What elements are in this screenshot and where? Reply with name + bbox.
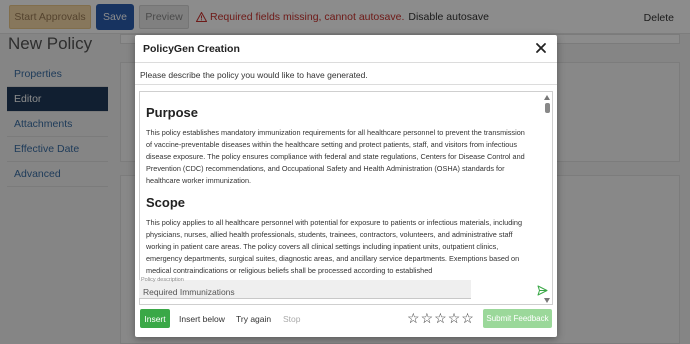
submit-feedback-button[interactable]: Submit Feedback — [483, 309, 552, 328]
stop-button[interactable]: Stop — [283, 314, 301, 324]
section-heading-scope: Scope — [146, 195, 186, 210]
section-body-scope: This policy applies to all healthcare pe… — [146, 218, 522, 275]
generated-content-inner: Purpose This policy establishes mandator… — [140, 92, 544, 277]
modal-footer: Insert Insert below Try again Stop ☆ ☆ ☆… — [135, 307, 557, 331]
star-icon[interactable]: ☆ — [421, 311, 434, 325]
policy-description-input[interactable] — [139, 280, 471, 298]
insert-below-button[interactable]: Insert below — [179, 314, 225, 324]
generated-content[interactable]: Purpose This policy establishes mandator… — [139, 91, 553, 305]
star-icon[interactable]: ☆ — [448, 311, 461, 325]
modal-title: PolicyGen Creation — [143, 43, 240, 55]
scroll-down-arrow-icon[interactable] — [544, 298, 550, 303]
scroll-thumb[interactable] — [545, 103, 550, 113]
policygen-modal: PolicyGen Creation Please describe the p… — [135, 35, 557, 337]
divider — [135, 84, 557, 85]
insert-button[interactable]: Insert — [140, 309, 170, 328]
rating-stars: ☆ ☆ ☆ ☆ ☆ — [407, 311, 474, 325]
section-body-purpose: This policy establishes mandatory immuni… — [146, 128, 525, 185]
scroll-up-arrow-icon[interactable] — [544, 95, 550, 100]
try-again-button[interactable]: Try again — [236, 314, 271, 324]
star-icon[interactable]: ☆ — [461, 311, 474, 325]
star-icon[interactable]: ☆ — [434, 311, 447, 325]
close-icon[interactable] — [535, 42, 547, 54]
section-heading-purpose: Purpose — [146, 105, 199, 120]
star-icon[interactable]: ☆ — [407, 311, 420, 325]
content-scrollbar[interactable] — [542, 92, 552, 304]
modal-prompt: Please describe the policy you would lik… — [140, 70, 368, 80]
policy-description-field-wrap — [139, 280, 471, 299]
policy-description-label: Policy description — [141, 277, 184, 283]
modal-header: PolicyGen Creation — [135, 35, 557, 63]
send-icon[interactable] — [537, 285, 548, 296]
